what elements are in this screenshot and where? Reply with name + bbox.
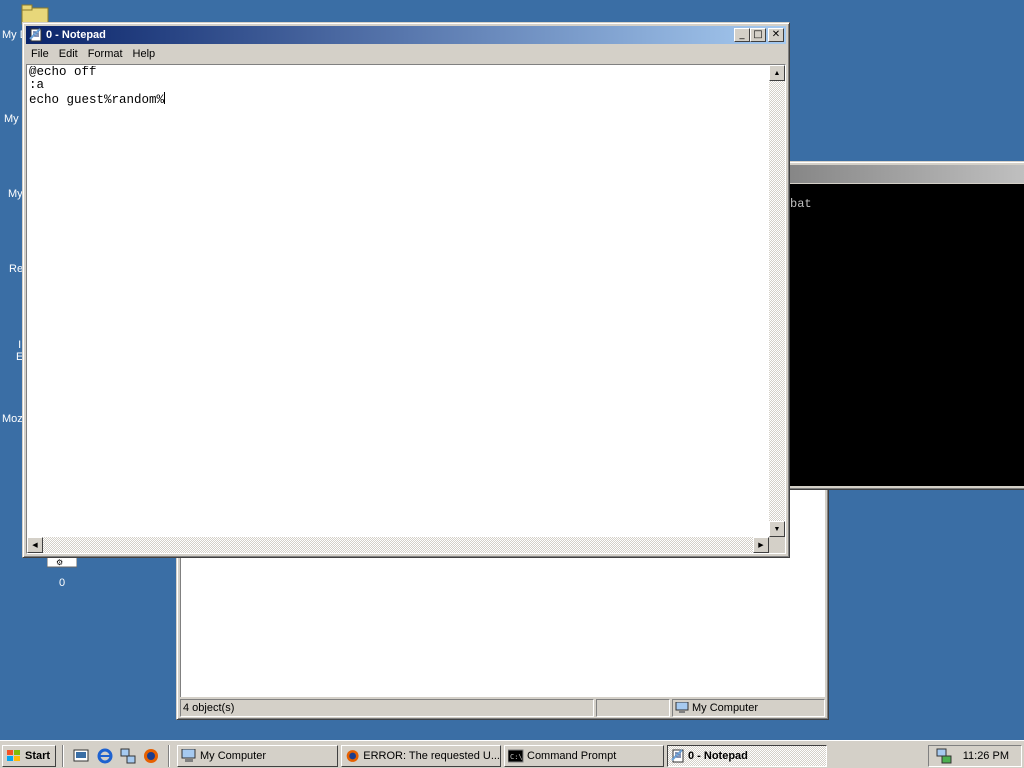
close-button[interactable]: ✕: [768, 28, 784, 42]
taskbar-separator: [168, 745, 170, 767]
minimize-icon: _: [739, 29, 745, 40]
editor-line: @echo off: [29, 66, 97, 79]
scroll-down-button[interactable]: ▼: [769, 521, 785, 537]
notepad-icon: [29, 28, 42, 42]
firefox-icon[interactable]: [142, 747, 160, 765]
window-title: 0 - Notepad: [46, 29, 106, 41]
desktop-icon-recycle-bin[interactable]: Re: [9, 263, 23, 275]
menu-format[interactable]: Format: [83, 48, 128, 60]
menu-file[interactable]: File: [26, 48, 54, 60]
command-prompt-window[interactable]: bat: [760, 161, 1024, 490]
notepad-titlebar[interactable]: 0 - Notepad _ □ ✕: [26, 26, 786, 44]
cmd-console-text: bat: [790, 197, 812, 211]
show-desktop-icon[interactable]: [72, 747, 90, 765]
desktop-icon-mozilla[interactable]: Moz: [2, 413, 23, 425]
internet-explorer-icon[interactable]: [96, 747, 114, 765]
network-connection-icon[interactable]: [935, 748, 953, 764]
status-panel-empty: [596, 699, 670, 717]
notepad-icon: [671, 749, 684, 763]
menu-help[interactable]: Help: [128, 48, 161, 60]
notepad-window[interactable]: 0 - Notepad _ □ ✕ File Edit Format Help …: [22, 22, 790, 558]
maximize-button[interactable]: □: [750, 28, 766, 42]
task-label: 0 - Notepad: [688, 750, 748, 762]
window-controls: _ □ ✕: [734, 28, 784, 42]
cmd-console[interactable]: bat: [764, 184, 1024, 486]
computer-icon: [181, 749, 196, 762]
scroll-up-button[interactable]: ▲: [769, 65, 785, 81]
editor-line: echo guest%random%: [29, 93, 165, 107]
taskbar-button-notepad[interactable]: 0 - Notepad: [667, 745, 827, 767]
scroll-right-button[interactable]: ▶: [753, 537, 769, 553]
windows-logo-icon: [7, 750, 20, 761]
firefox-icon: [346, 750, 359, 762]
taskbar-separator: [62, 745, 64, 767]
desktop-icon-label: My: [4, 113, 19, 125]
text-editor[interactable]: @echo off:a echo guest%random% ▲ ▼ ◀ ▶: [26, 64, 786, 554]
editor-line-with-caret: echo guest%random%: [29, 92, 767, 107]
svg-text:C:\: C:\: [510, 753, 523, 761]
horizontal-scrollbar[interactable]: ◀ ▶: [27, 537, 769, 553]
menu-bar: File Edit Format Help: [26, 44, 786, 64]
cmd-titlebar[interactable]: [764, 165, 1024, 183]
status-object-count: 4 object(s): [180, 699, 594, 717]
status-bar: 4 object(s) My Computer: [180, 699, 825, 717]
status-location: My Computer: [672, 699, 825, 717]
desktop-icon-label: 0: [58, 577, 66, 589]
editor-content[interactable]: @echo off:a echo guest%random%: [29, 66, 767, 535]
desktop-icon-label: Moz: [2, 413, 23, 425]
taskbar: Start My Computer ERROR: The requested U…: [0, 740, 1024, 768]
system-tray: 11:26 PM: [928, 745, 1022, 767]
start-button[interactable]: Start: [2, 745, 56, 767]
maximize-icon: □: [753, 29, 763, 40]
editor-line: :a: [29, 78, 45, 92]
cmd-icon: C:\: [508, 749, 524, 763]
desktop-icon-my-network[interactable]: My: [8, 188, 23, 200]
vertical-scrollbar[interactable]: ▲ ▼: [769, 65, 785, 537]
task-label: Command Prompt: [527, 750, 617, 762]
taskbar-button-firefox[interactable]: ERROR: The requested U...: [341, 745, 501, 767]
minimize-button[interactable]: _: [734, 28, 750, 42]
start-label: Start: [25, 750, 51, 762]
text-caret: [164, 92, 166, 104]
desktop-icon-my-computer[interactable]: My: [4, 113, 19, 125]
task-label: ERROR: The requested U...: [363, 750, 500, 762]
desktop-icon-label: My: [8, 188, 23, 200]
computer-icon: [675, 702, 689, 713]
svg-text:⚙: ⚙: [56, 558, 63, 567]
size-grip[interactable]: [769, 537, 785, 553]
status-location-label: My Computer: [692, 702, 759, 714]
desktop-icon-batch-file[interactable]: ⚙ 0: [46, 555, 78, 589]
taskbar-button-command-prompt[interactable]: C:\ Command Prompt: [504, 745, 664, 767]
menu-edit[interactable]: Edit: [54, 48, 83, 60]
close-icon: ✕: [771, 29, 781, 40]
taskbar-button-my-computer[interactable]: My Computer: [177, 745, 338, 767]
scroll-left-button[interactable]: ◀: [27, 537, 43, 553]
desktop-icon-label: Re: [9, 263, 24, 275]
task-label: My Computer: [200, 750, 267, 762]
clock[interactable]: 11:26 PM: [963, 750, 1009, 762]
network-icon[interactable]: [119, 747, 137, 765]
